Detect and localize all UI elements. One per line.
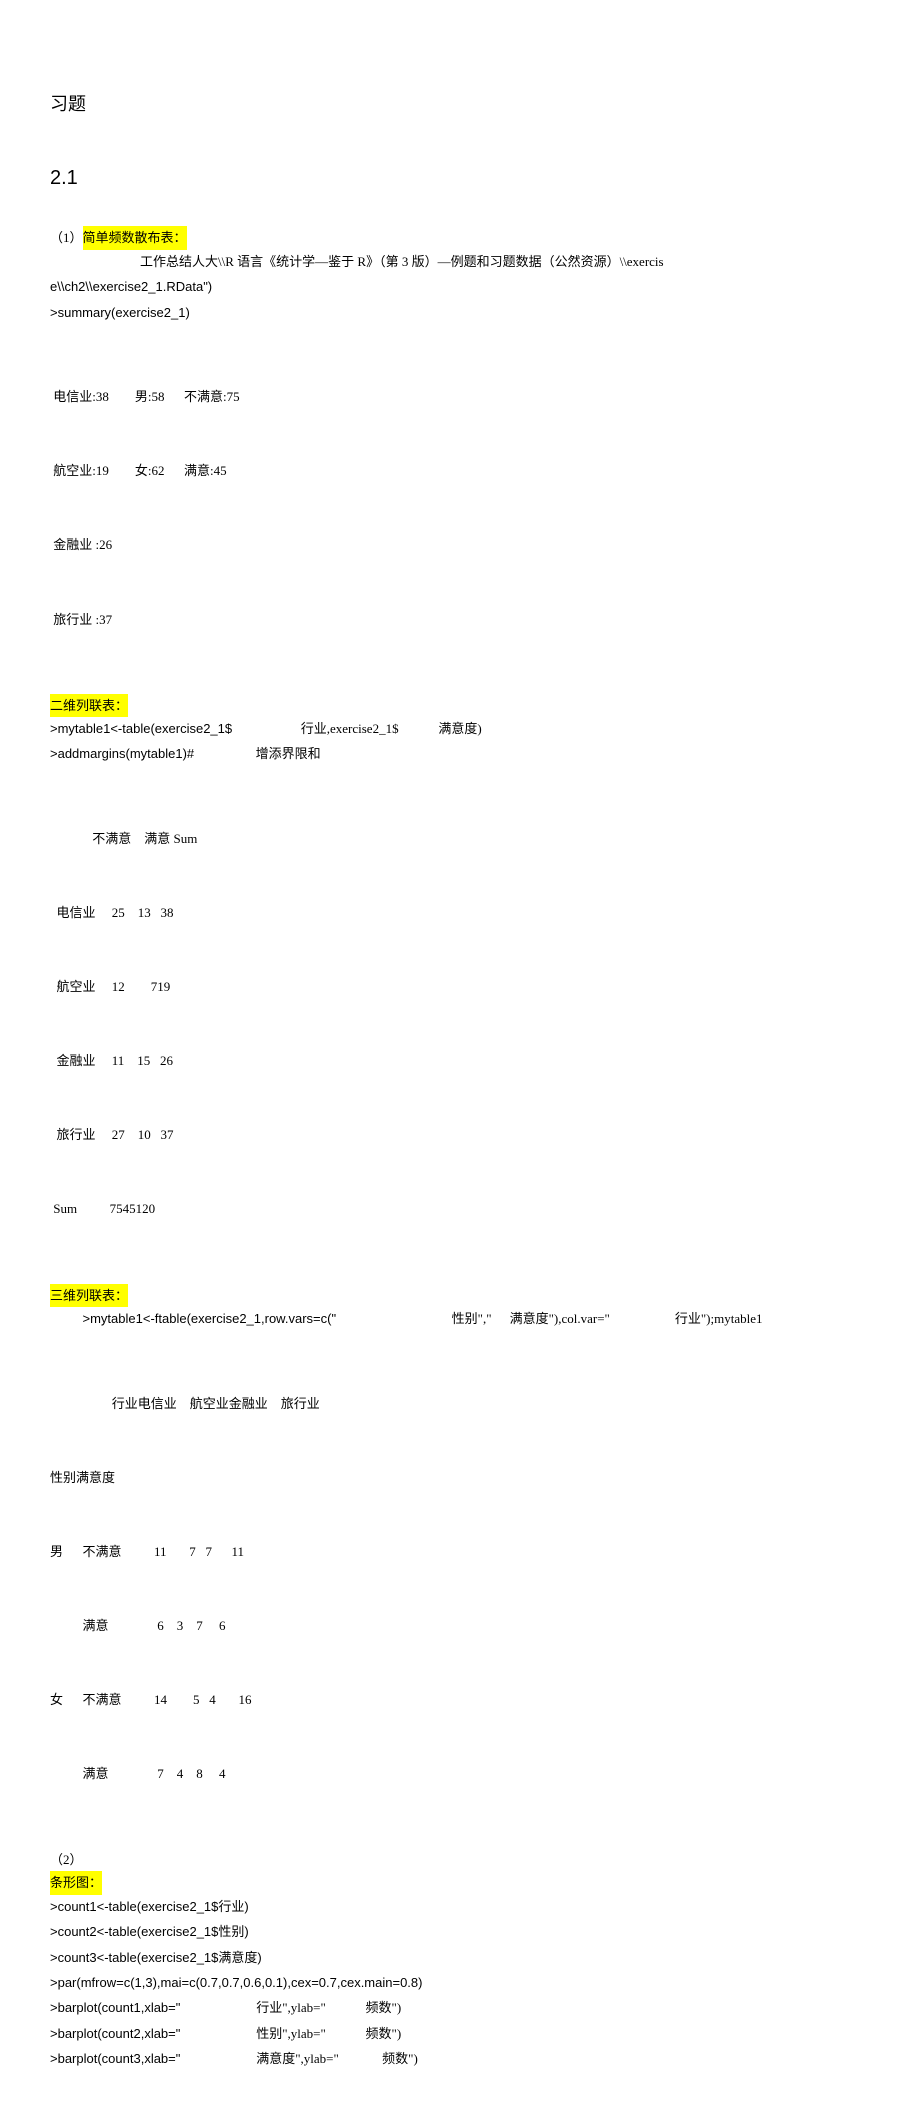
sub1-label: 简单频数散布表： [83, 226, 187, 249]
cmd-part: 行业,exercise2_1$ [301, 721, 399, 736]
summary-row: 金融业 :26 [50, 533, 870, 558]
par-cmd: >par(mfrow=c(1,3),mai=c(0.7,0.7,0.6,0.1)… [50, 1971, 870, 1994]
cmd-part: 频数") [366, 2026, 402, 2041]
table-row: 航空业 12 719 [50, 975, 870, 1000]
cmd-part: 性别"," [452, 1311, 492, 1326]
cmd-part: 满意度",ylab=" [256, 2051, 339, 2066]
summary-cmd: >summary(exercise2_1) [50, 301, 870, 324]
mytable1-cmd: >mytable1<-table(exercise2_1$ 行业,exercis… [50, 717, 870, 740]
sub1-prefix: （1） [50, 230, 83, 245]
subsection-3: 三维列联表： >mytable1<-ftable(exercise2_1,row… [50, 1284, 870, 1837]
table-row: 男 不满意 11 7 7 11 [50, 1540, 870, 1565]
section-number: 2.1 [50, 160, 870, 196]
cmd-part: >barplot(count1,xlab=" [50, 2000, 180, 2015]
summary-row: 旅行业 :37 [50, 608, 870, 633]
table-row: 满意 7 4 8 4 [50, 1762, 870, 1787]
cmd-part: 行业",ylab=" [256, 2000, 326, 2015]
subsection-1: （1）简单频数散布表： 工作总结人大\\R 语言《统计学—鉴于 R》（第 3 版… [50, 226, 870, 681]
count2-cmd: >count2<-table(exercise2_1$性别) [50, 1920, 870, 1943]
subsection-2: 二维列联表： >mytable1<-table(exercise2_1$ 行业,… [50, 694, 870, 1272]
addmargins-cmd: >addmargins(mytable1)# 增添界限和 [50, 742, 870, 765]
summary-row: 航空业:19 女:62 满意:45 [50, 459, 870, 484]
cmd-part: 满意度) [438, 721, 481, 736]
count1-cmd: >count1<-table(exercise2_1$行业) [50, 1895, 870, 1918]
ftable-cmd: >mytable1<-ftable(exercise2_1,row.vars=c… [50, 1307, 870, 1330]
cmd-part: >mytable1<-table(exercise2_1$ [50, 721, 232, 736]
table-row: 电信业 25 13 38 [50, 901, 870, 926]
sub2-label: 二维列联表： [50, 694, 128, 717]
table-row: 女 不满意 14 5 4 16 [50, 1688, 870, 1713]
page-title: 习题 [50, 88, 870, 120]
sub4-label: 条形图： [50, 1871, 102, 1894]
cmd-part: 频数") [382, 2051, 418, 2066]
table-row: 不满意 满意 Sum [50, 827, 870, 852]
cmd-part: >mytable1<-ftable(exercise2_1,row.vars=c… [83, 1311, 337, 1326]
count3-cmd: >count3<-table(exercise2_1$满意度) [50, 1946, 870, 1969]
summary-table: 电信业:38 男:58 不满意:75 航空业:19 女:62 满意:45 金融业… [50, 336, 870, 682]
cmd-part: 频数") [366, 2000, 402, 2015]
subsection-4: （2） 条形图： >count1<-table(exercise2_1$行业) … [50, 1848, 870, 2071]
cmd-part: 行业");mytable1 [675, 1311, 763, 1326]
table-label: 性别满意度 [50, 1466, 870, 1491]
cmd-part: 增添界限和 [256, 746, 321, 761]
table-row: Sum 7545120 [50, 1197, 870, 1222]
cmd-part: >addmargins(mytable1)# [50, 746, 194, 761]
barplot2-cmd: >barplot(count2,xlab=" 性别",ylab=" 频数") [50, 2022, 870, 2045]
cmd-part: >barplot(count2,xlab=" [50, 2026, 180, 2041]
contingency-2d-table: 不满意 满意 Sum 电信业 25 13 38 航空业 12 719 金融业 1… [50, 778, 870, 1272]
table-row: 金融业 11 15 26 [50, 1049, 870, 1074]
table-header: 行业电信业 航空业金融业 旅行业 [50, 1392, 870, 1417]
path-line-1: 工作总结人大\\R 语言《统计学—鉴于 R》（第 3 版）—例题和习题数据（公然… [50, 250, 870, 273]
table-row: 满意 6 3 7 6 [50, 1614, 870, 1639]
barplot1-cmd: >barplot(count1,xlab=" 行业",ylab=" 频数") [50, 1996, 870, 2019]
summary-row: 电信业:38 男:58 不满意:75 [50, 385, 870, 410]
barplot3-cmd: >barplot(count3,xlab=" 满意度",ylab=" 频数") [50, 2047, 870, 2070]
cmd-part: >barplot(count3,xlab=" [50, 2051, 180, 2066]
cmd-part: 性别",ylab=" [256, 2026, 326, 2041]
sub3-label: 三维列联表： [50, 1284, 128, 1307]
contingency-3d-table: 行业电信业 航空业金融业 旅行业 性别满意度 男 不满意 11 7 7 11 满… [50, 1342, 870, 1836]
table-row: 旅行业 27 10 37 [50, 1123, 870, 1148]
cmd-part: 满意度"),col.var=" [510, 1311, 610, 1326]
sub4-prefix: （2） [50, 1848, 870, 1871]
path-line-2: e\\ch2\\exercise2_1.RData") [50, 275, 870, 298]
